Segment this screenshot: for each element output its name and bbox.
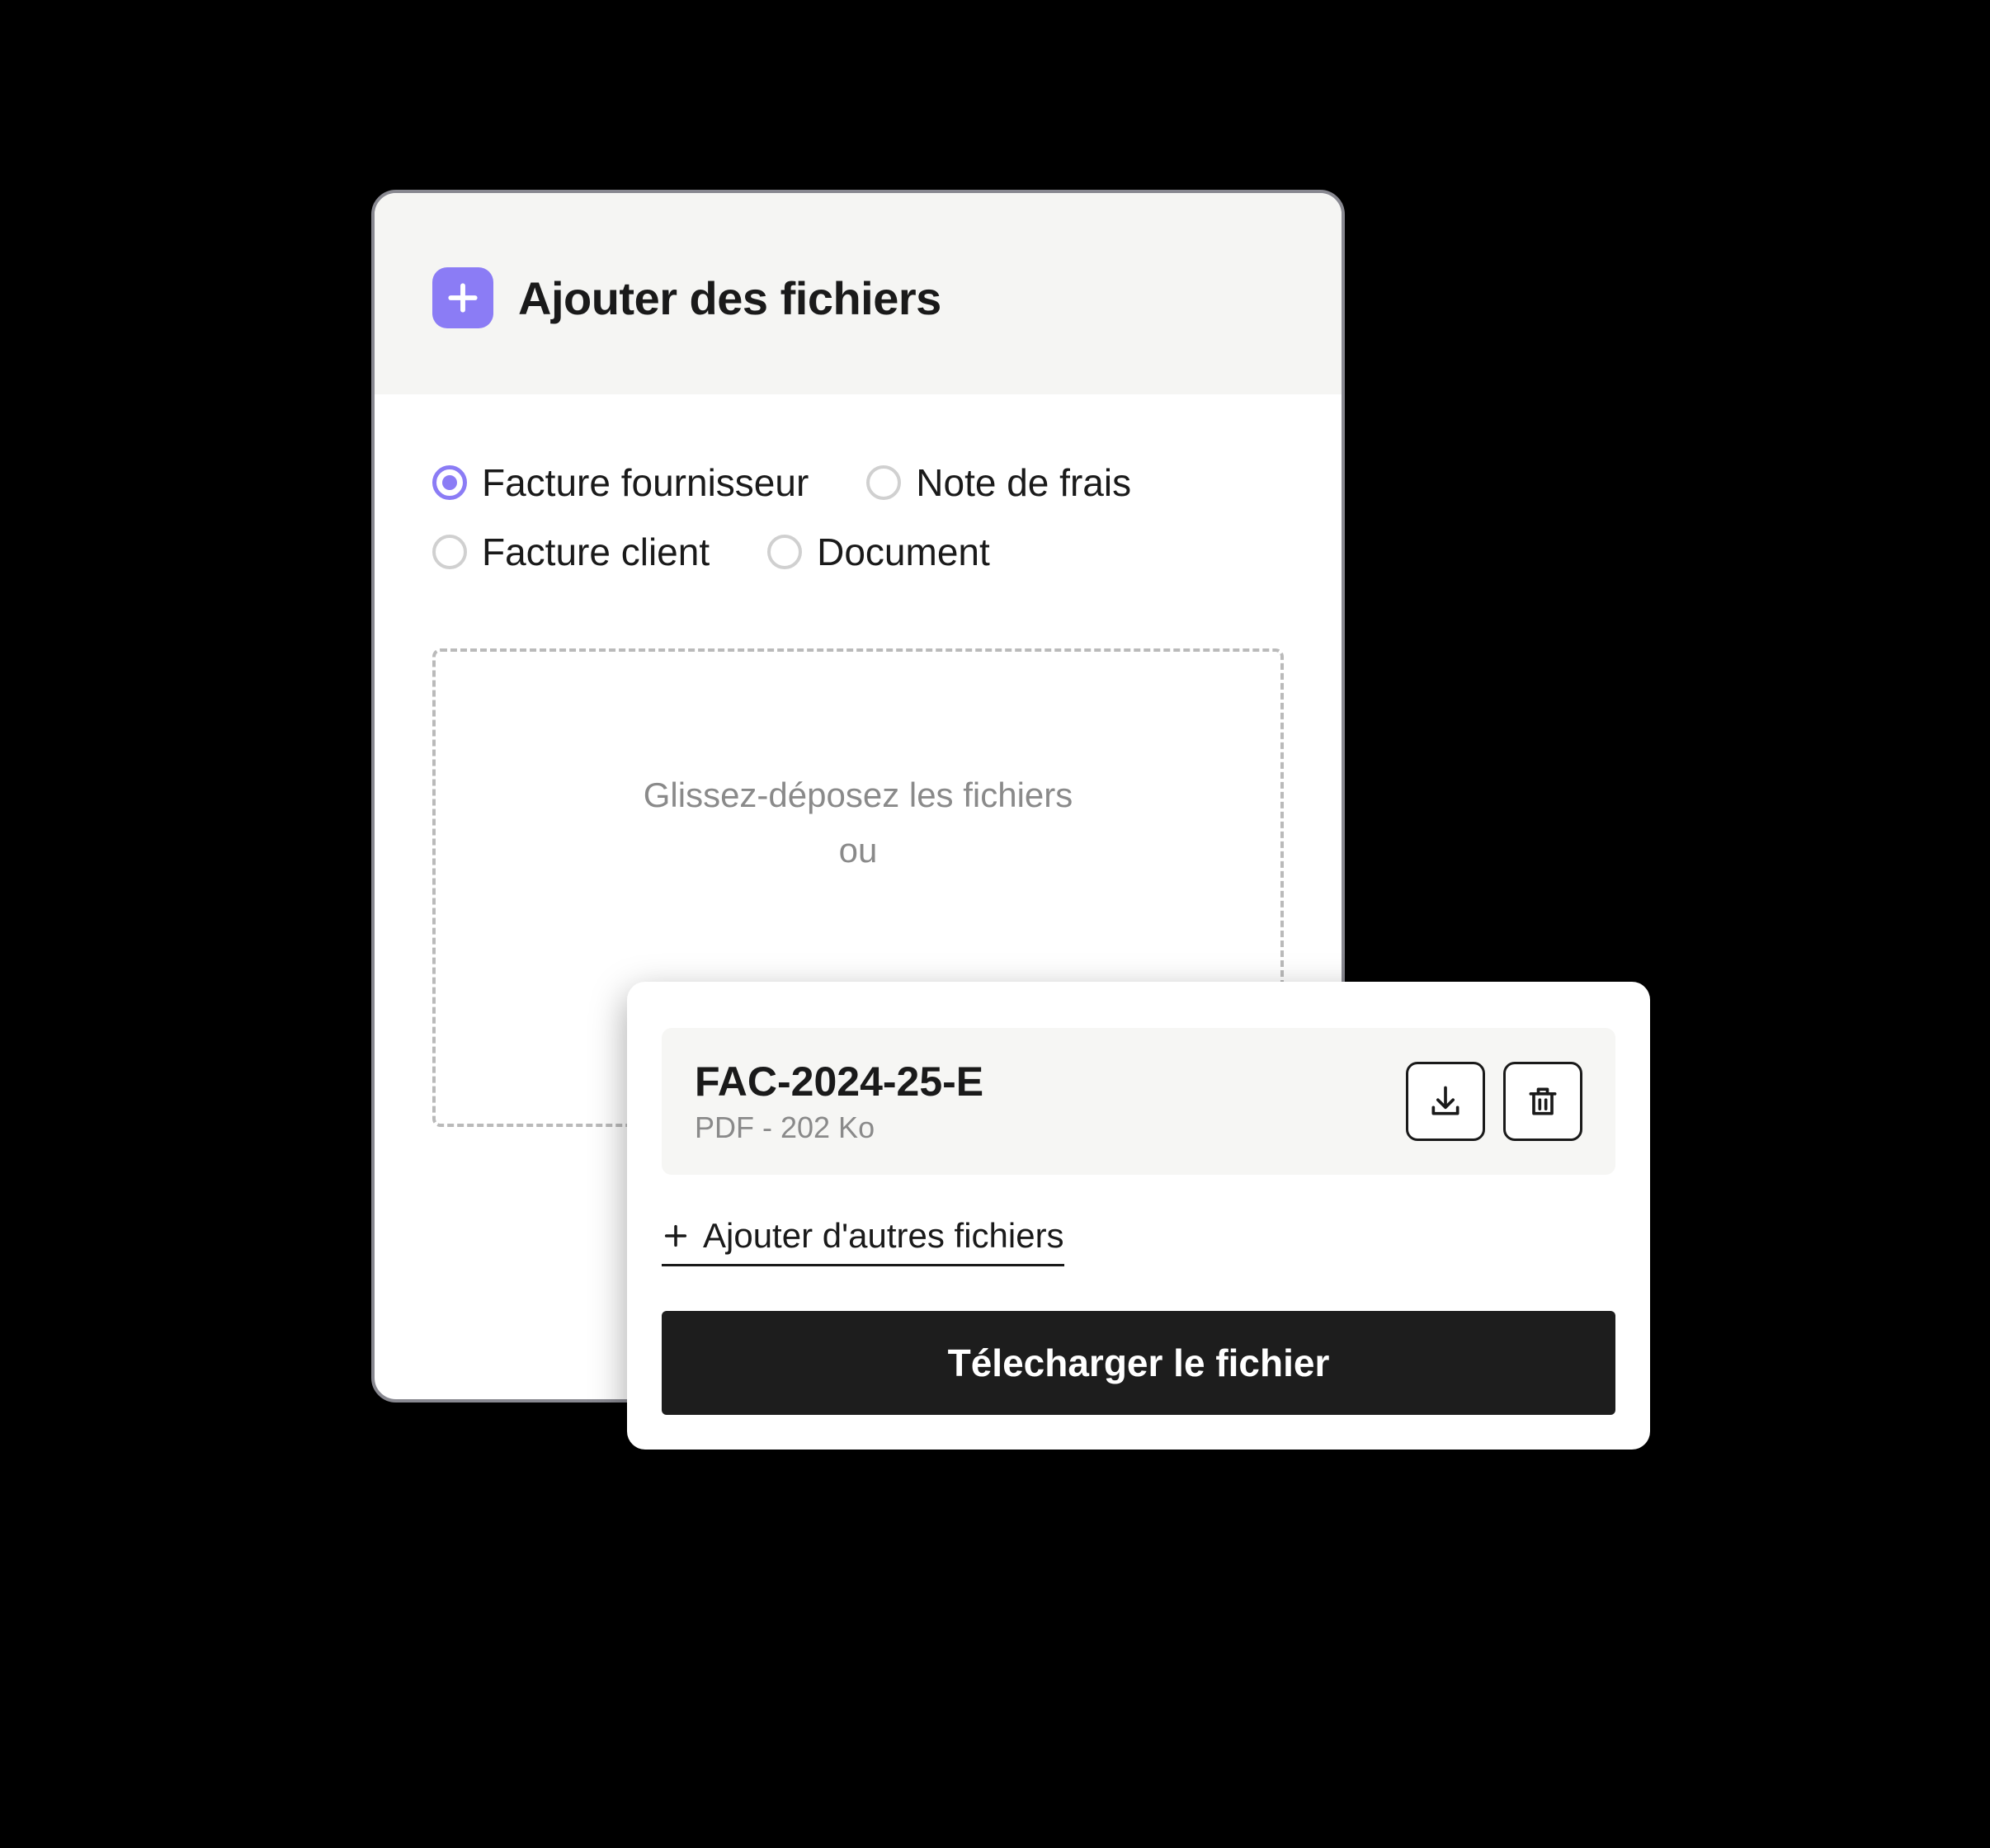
radio-label: Facture fournisseur: [482, 460, 809, 505]
radio-facture-fournisseur[interactable]: Facture fournisseur: [432, 460, 809, 505]
card-header: Ajouter des fichiers: [375, 193, 1342, 394]
radio-label: Facture client: [482, 530, 710, 574]
radio-icon: [767, 535, 802, 569]
radio-icon: [866, 465, 901, 500]
radio-icon: [432, 465, 467, 500]
plus-icon: [432, 267, 493, 328]
add-more-label: Ajouter d'autres fichiers: [703, 1216, 1064, 1256]
plus-icon: [662, 1222, 690, 1250]
card-title: Ajouter des fichiers: [518, 271, 941, 325]
radio-label: Note de frais: [916, 460, 1131, 505]
radio-label: Document: [817, 530, 990, 574]
file-actions: [1406, 1062, 1582, 1141]
delete-icon-button[interactable]: [1503, 1062, 1582, 1141]
trash-icon: [1525, 1083, 1561, 1120]
radio-note-de-frais[interactable]: Note de frais: [866, 460, 1131, 505]
file-info: FAC-2024-25-E PDF - 202 Ko: [695, 1058, 983, 1145]
download-icon: [1427, 1083, 1464, 1120]
file-meta: PDF - 202 Ko: [695, 1110, 983, 1145]
file-overlay-card: FAC-2024-25-E PDF - 202 Ko: [627, 982, 1650, 1450]
dropzone-instruction: Glissez-déposez les fichiers ou: [644, 767, 1073, 878]
download-file-button[interactable]: Télecharger le fichier: [662, 1311, 1615, 1415]
file-name: FAC-2024-25-E: [695, 1058, 983, 1106]
dropzone-line1: Glissez-déposez les fichiers: [644, 767, 1073, 823]
dropzone-line2: ou: [644, 823, 1073, 878]
radio-facture-client[interactable]: Facture client: [432, 530, 710, 574]
file-row: FAC-2024-25-E PDF - 202 Ko: [662, 1028, 1615, 1175]
add-more-files-link[interactable]: Ajouter d'autres fichiers: [662, 1216, 1064, 1266]
download-icon-button[interactable]: [1406, 1062, 1485, 1141]
radio-icon: [432, 535, 467, 569]
radio-document[interactable]: Document: [767, 530, 990, 574]
file-type-radios: Facture fournisseur Note de frais Factur…: [375, 394, 1342, 599]
